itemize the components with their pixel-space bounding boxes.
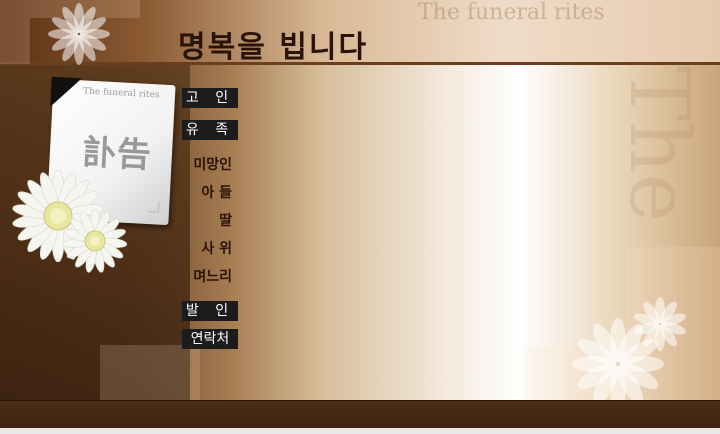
menu-item-son[interactable]: 아 들: [186, 182, 232, 202]
page-stage: The funeral rites The 명복을 빕니다 The funera…: [0, 0, 720, 434]
menu-item-son-in-law[interactable]: 사 위: [186, 238, 232, 258]
decor-box: [0, 0, 30, 64]
menu-procession-button[interactable]: 발 인: [182, 301, 238, 321]
ghost-flower-icon: [632, 297, 688, 351]
menu-contact-button[interactable]: 연락처: [182, 329, 238, 349]
brand-watermark: The funeral rites: [418, 0, 605, 25]
menu-item-widow[interactable]: 미망인: [186, 154, 232, 174]
menu-item-daughter-in-law[interactable]: 며느리: [186, 266, 232, 286]
footer-strip: [0, 428, 720, 434]
menu-item-daughter[interactable]: 딸: [186, 210, 232, 230]
side-watermark: The: [611, 66, 706, 223]
card-corner-mark: [147, 201, 160, 213]
decor-box: [100, 345, 200, 400]
ghost-flower-icon: [48, 3, 110, 65]
mourning-ribbon-icon: [50, 76, 82, 109]
menu-deceased-button[interactable]: 고 인: [182, 88, 238, 108]
page-title: 명복을 빕니다: [178, 30, 369, 65]
card-subtitle: The funeral rites: [82, 86, 160, 101]
menu-family-button[interactable]: 유 족: [182, 120, 238, 140]
chrysanthemum-icon: [62, 208, 128, 274]
